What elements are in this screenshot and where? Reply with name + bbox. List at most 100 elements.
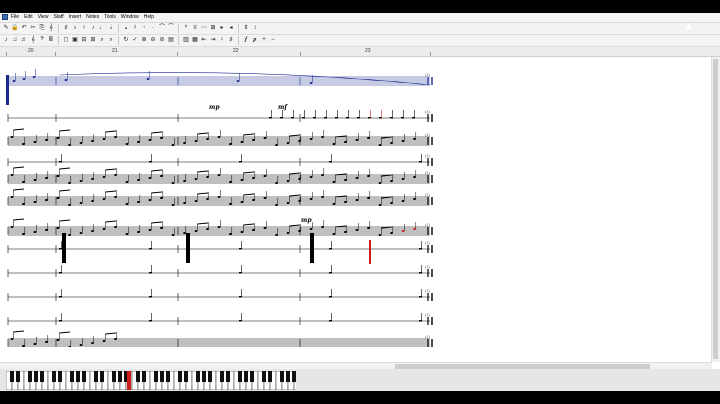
piano-black-key[interactable] bbox=[52, 371, 56, 382]
toolbar-main-button-23[interactable]: ◂ bbox=[227, 24, 235, 33]
staff-8[interactable]: (1) bbox=[7, 264, 433, 277]
menu-staff[interactable]: Staff bbox=[53, 13, 63, 22]
toolbar-main-button-15[interactable]: · bbox=[149, 24, 157, 33]
toolbar-secondary-button-9[interactable]: ⊞ bbox=[89, 36, 97, 45]
toolbar-secondary-button-2[interactable]: ♬ bbox=[20, 36, 28, 45]
staff-2[interactable]: (1) bbox=[7, 128, 433, 146]
toolbar-secondary-button-26[interactable]: + bbox=[260, 36, 268, 45]
piano-black-key[interactable] bbox=[226, 371, 230, 382]
toolbar-main-button-10[interactable]: ♩ bbox=[98, 24, 106, 33]
toolbar-secondary-button-7[interactable]: ▣ bbox=[71, 36, 79, 45]
staff-3[interactable]: (1) bbox=[7, 153, 433, 166]
vertical-scrollbar[interactable] bbox=[711, 57, 720, 362]
piano-black-key[interactable] bbox=[70, 371, 74, 382]
toolbar-secondary-button-17[interactable]: ▤ bbox=[167, 36, 175, 45]
staff-5[interactable]: (1) bbox=[7, 188, 433, 206]
toolbar-secondary-button-11[interactable]: ⌕ bbox=[107, 36, 115, 45]
toolbar-secondary-button-1[interactable]: ♫ bbox=[11, 36, 19, 45]
staff-1[interactable]: (1) bbox=[7, 109, 433, 122]
menu-tools[interactable]: Tools bbox=[104, 13, 116, 22]
toolbar-main-button-14[interactable]: 𝄾 bbox=[140, 24, 148, 33]
piano-black-key[interactable] bbox=[286, 371, 290, 382]
toolbar-secondary-button-5[interactable]: 𝄡 bbox=[47, 36, 55, 45]
toolbar-main-button-12[interactable]: 𝅝 bbox=[122, 24, 130, 33]
toolbar-secondary-button-18[interactable]: ▥ bbox=[182, 36, 190, 45]
piano-black-key[interactable] bbox=[34, 371, 38, 382]
score-staves[interactable]: (1) (1) (1) (1) (1) (1) (1) (1) (1) (1) (1) (1) bbox=[0, 57, 440, 347]
menu-edit[interactable]: Edit bbox=[24, 13, 33, 22]
toolbar-secondary-button-16[interactable]: ⊘ bbox=[158, 36, 166, 45]
menu-view[interactable]: View bbox=[38, 13, 49, 22]
score-area[interactable]: (1) (1) (1) (1) (1) (1) (1) (1) (1) (1) (1) (1) mp … bbox=[0, 57, 440, 347]
toolbar-secondary-button-20[interactable]: ⇤ bbox=[200, 36, 208, 45]
piano-black-key[interactable] bbox=[160, 371, 164, 382]
toolbar-main-button-18[interactable]: ᵗʳ bbox=[182, 24, 190, 33]
toolbar-main-button-3[interactable]: ✂ bbox=[29, 24, 37, 33]
toolbar-secondary-button-0[interactable]: ♪ bbox=[2, 36, 10, 45]
toolbar-main-button-19[interactable]: ≡ bbox=[191, 24, 199, 33]
staff-0[interactable]: (1) bbox=[7, 69, 433, 86]
toolbar-main-button-4[interactable]: ⎘ bbox=[38, 24, 46, 33]
toolbar-secondary-button-13[interactable]: ✓ bbox=[131, 36, 139, 45]
toolbar-secondary-button-6[interactable]: ◻ bbox=[62, 36, 70, 45]
menu-notes[interactable]: Notes bbox=[86, 13, 99, 22]
piano-black-key[interactable] bbox=[10, 371, 14, 382]
toolbar-main-button-11[interactable]: 𝅗𝅥 bbox=[107, 24, 115, 33]
menu-insert[interactable]: Insert bbox=[69, 13, 82, 22]
piano-black-key[interactable] bbox=[184, 371, 188, 382]
menu-window[interactable]: Window bbox=[121, 13, 139, 22]
toolbar-secondary-button-4[interactable]: 𝄢 bbox=[38, 36, 46, 45]
toolbar-main-button-2[interactable]: ↶ bbox=[20, 24, 28, 33]
vertical-scroll-thumb[interactable] bbox=[713, 59, 718, 359]
piano-black-key[interactable] bbox=[40, 371, 44, 382]
piano-keyboard[interactable] bbox=[6, 371, 296, 390]
toolbar-main-button-17[interactable]: ⁀ bbox=[167, 24, 175, 33]
toolbar-secondary-button-22[interactable]: ♮ bbox=[218, 36, 226, 45]
piano-black-key[interactable] bbox=[76, 371, 80, 382]
piano-black-key[interactable] bbox=[16, 371, 20, 382]
toolbar-main-button-13[interactable]: 𝄽 bbox=[131, 24, 139, 33]
toolbar-main-button-5[interactable]: 𝄞 bbox=[47, 24, 55, 33]
piano-black-key[interactable] bbox=[142, 371, 146, 382]
toolbar-secondary-button-21[interactable]: ⇥ bbox=[209, 36, 217, 45]
piano-black-key[interactable] bbox=[118, 371, 122, 382]
piano-black-key[interactable] bbox=[250, 371, 254, 382]
staff-7[interactable]: (1) bbox=[7, 240, 433, 253]
toolbar-secondary-button-19[interactable]: ▦ bbox=[191, 36, 199, 45]
piano-black-key[interactable] bbox=[202, 371, 206, 382]
toolbar-main-button-7[interactable]: ♭ bbox=[71, 24, 79, 33]
toolbar-main-button-9[interactable]: ♪ bbox=[89, 24, 97, 33]
toolbar-main-button-20[interactable]: ⋯ bbox=[200, 24, 208, 33]
toolbar-main-button-6[interactable]: ♯ bbox=[62, 24, 70, 33]
toolbar-secondary-button-15[interactable]: ⊖ bbox=[149, 36, 157, 45]
toolbar-main-button-8[interactable]: ♮ bbox=[80, 24, 88, 33]
measure-ruler[interactable]: 20 21 22 23 bbox=[0, 47, 720, 57]
toolbar-secondary-button-8[interactable]: ⊟ bbox=[80, 36, 88, 45]
piano-black-key[interactable] bbox=[28, 371, 32, 382]
toolbar-secondary-button-23[interactable]: ♯ bbox=[227, 36, 235, 45]
piano-black-key[interactable] bbox=[244, 371, 248, 382]
piano-black-key[interactable] bbox=[94, 371, 98, 382]
piano-black-key[interactable] bbox=[178, 371, 182, 382]
staff-4[interactable]: (1) bbox=[7, 166, 433, 184]
toolbar-main-button-1[interactable]: 🔒 bbox=[11, 24, 19, 33]
menu-help[interactable]: Help bbox=[144, 13, 154, 22]
piano-black-key[interactable] bbox=[292, 371, 296, 382]
toolbar-secondary-button-3[interactable]: 𝄞 bbox=[29, 36, 37, 45]
menu-file[interactable]: File bbox=[11, 13, 19, 22]
piano-black-key[interactable] bbox=[82, 371, 86, 382]
piano-black-key[interactable] bbox=[238, 371, 242, 382]
piano-black-key[interactable] bbox=[100, 371, 104, 382]
piano-black-key[interactable] bbox=[262, 371, 266, 382]
toolbar-main-button-25[interactable]: ↕ bbox=[251, 24, 259, 33]
piano-black-key[interactable] bbox=[166, 371, 170, 382]
piano-black-key[interactable] bbox=[268, 371, 272, 382]
piano-black-key[interactable] bbox=[220, 371, 224, 382]
piano-black-key[interactable] bbox=[196, 371, 200, 382]
toolbar-secondary-button-10[interactable]: ⌕ bbox=[98, 36, 106, 45]
toolbar-secondary-button-24[interactable]: 𝆑 bbox=[242, 36, 250, 45]
toolbar-main-button-16[interactable]: ⌒ bbox=[158, 24, 166, 33]
staff-6[interactable]: (1) bbox=[7, 218, 433, 236]
piano-black-key[interactable] bbox=[154, 371, 158, 382]
toolbar-secondary-button-12[interactable]: ↻ bbox=[122, 36, 130, 45]
